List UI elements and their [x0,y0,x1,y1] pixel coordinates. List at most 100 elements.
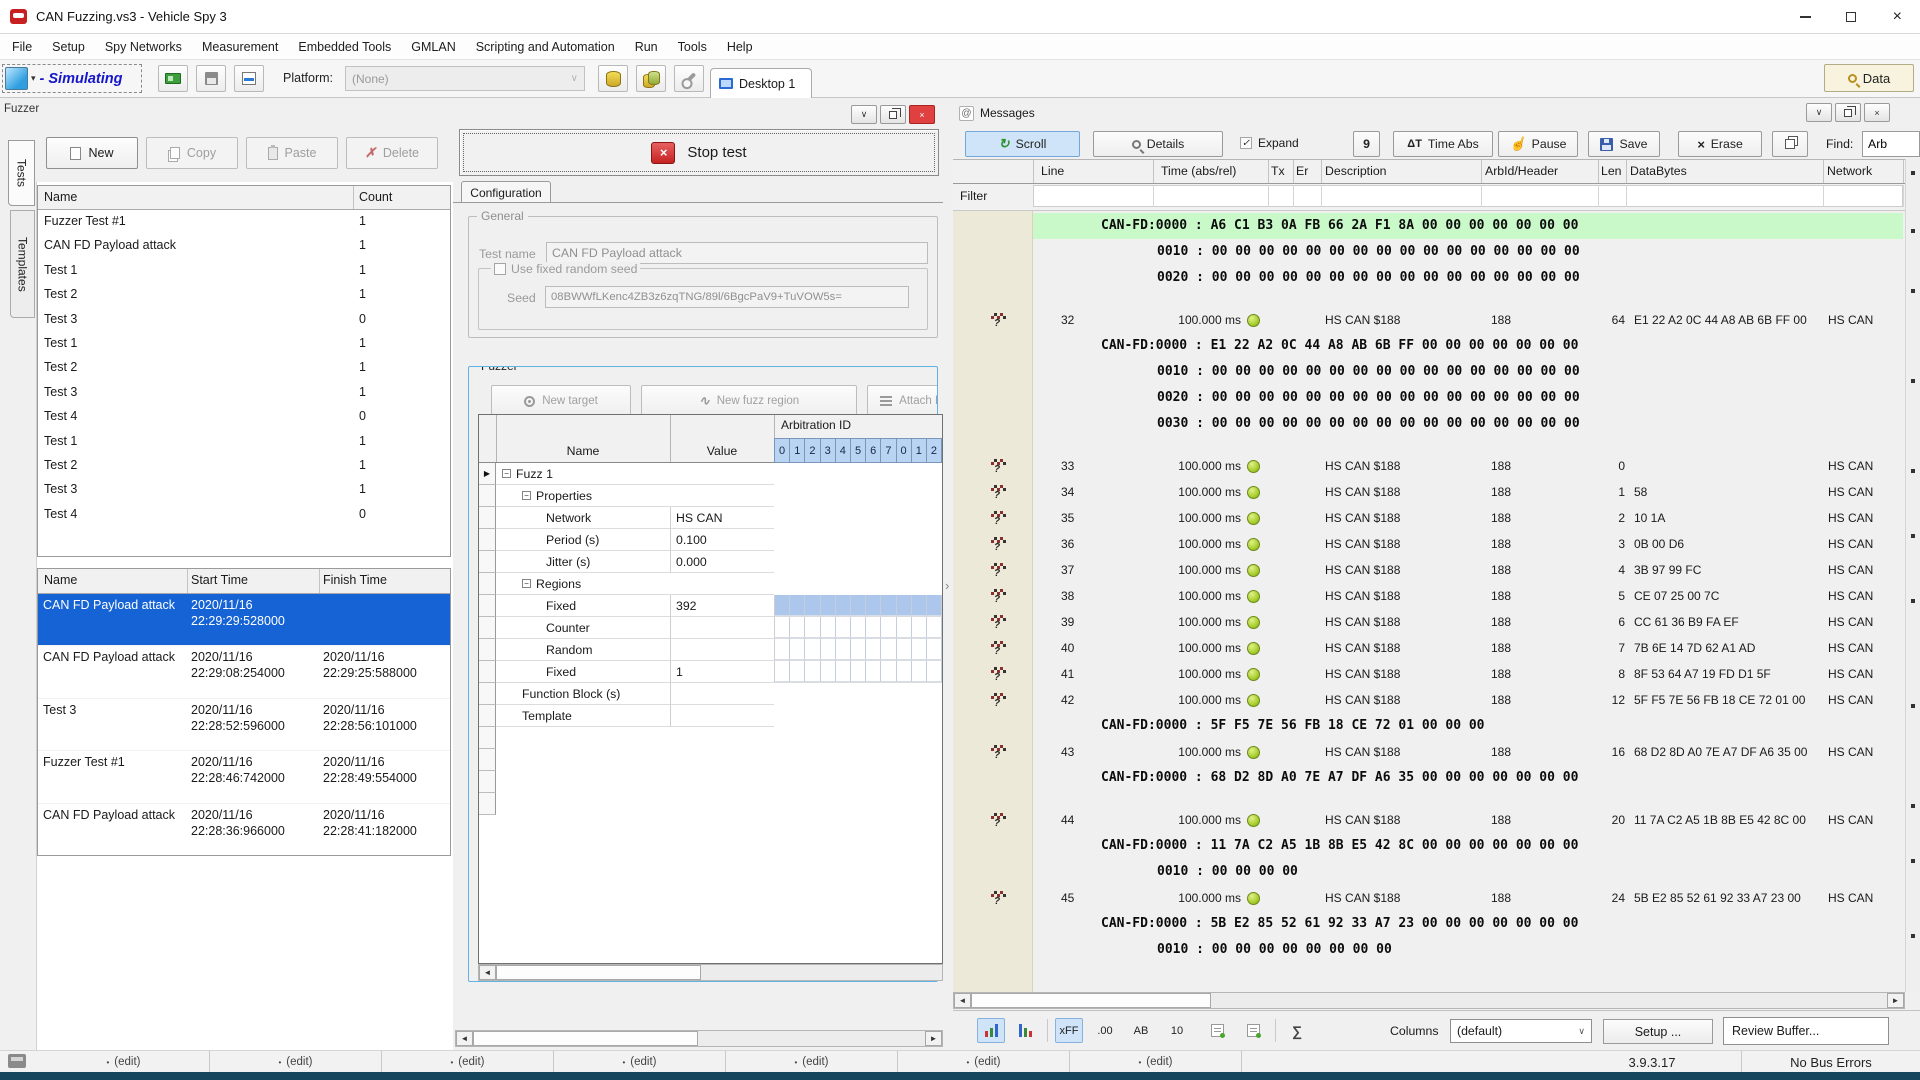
details-button[interactable]: Details [1093,131,1223,157]
close-button[interactable]: × [1874,0,1920,34]
column-count[interactable]: Count [359,190,392,204]
arb-bit-cell[interactable] [851,595,866,616]
fuzz-grid-row[interactable]: Fixed1 [479,661,942,683]
arb-bit-cell[interactable] [927,639,942,660]
arb-bit-cell[interactable] [851,639,866,660]
hex-display-button[interactable]: xFF [1055,1018,1083,1043]
menu-item-measurement[interactable]: Measurement [192,34,288,60]
hex-dump-row[interactable]: CAN-FD:0000 : 5B E2 85 52 61 92 33 A7 23… [953,911,1905,937]
test-list-row[interactable]: Test 40 [38,405,450,429]
find-input[interactable] [1862,131,1920,157]
menu-item-embedded-tools[interactable]: Embedded Tools [288,34,401,60]
scrollbar-thumb[interactable] [971,993,1211,1008]
bookmark-dot[interactable] [1911,229,1915,233]
hex-dump-row[interactable]: 0010 : 00 00 00 00 00 00 00 00 [953,937,1905,963]
arb-bit-cell[interactable] [912,617,927,638]
erase-button[interactable]: ×Erase [1678,131,1762,157]
test-list-row[interactable]: Test 31 [38,478,450,502]
message-row[interactable]: ?36100.000 msHS CAN $18818830B 00 D6HS C… [953,531,1905,557]
time-abs-button[interactable]: ΔTTime Abs [1393,131,1493,157]
bookmark-dot[interactable] [1911,599,1915,603]
save-setup-button[interactable] [196,65,226,92]
arb-bit-cell[interactable] [866,639,881,660]
message-row[interactable]: ?43100.000 msHS CAN $1881881668 D2 8D A0… [953,739,1905,765]
arb-bit-cell[interactable] [897,639,912,660]
scrollbar-thumb[interactable] [496,965,701,980]
hex-dump-row[interactable]: 0010 : 00 00 00 00 [953,859,1905,885]
arb-bit-cell[interactable] [790,595,805,616]
hex-dump-row[interactable]: 0020 : 00 00 00 00 00 00 00 00 00 00 00 … [953,385,1905,411]
menu-item-scripting-and-automation[interactable]: Scripting and Automation [466,34,625,60]
messages-collapse-button[interactable]: ∨ [1806,103,1832,122]
expander-icon[interactable]: − [522,491,531,500]
test-run-row[interactable]: Test 32020/11/1622:28:52:5960002020/11/1… [38,699,450,751]
hex-dump-row[interactable]: CAN-FD:0000 : 5F F5 7E 56 FB 18 CE 72 01… [953,713,1905,739]
new-test-button[interactable]: New [46,137,138,169]
fuzz-grid-row[interactable]: NetworkHS CAN [479,507,942,529]
arb-bit-cell[interactable] [805,661,820,682]
minimize-button[interactable] [1782,0,1828,34]
scroll-left-icon[interactable]: ◄ [479,965,496,980]
fuzz-grid-row[interactable]: Template [479,705,942,727]
bookmark-dot[interactable] [1911,704,1915,708]
menu-item-setup[interactable]: Setup [42,34,95,60]
copy-test-button[interactable]: Copy [146,137,238,169]
fuzz-grid-row[interactable]: −Regions [479,573,942,595]
setup-button[interactable]: Setup ... [1603,1019,1713,1044]
menu-item-help[interactable]: Help [717,34,763,60]
test-list-row[interactable]: Test 30 [38,308,450,332]
column-divider[interactable] [1598,160,1599,183]
review-buffer-button[interactable]: Review Buffer... [1723,1017,1889,1045]
column-time-abs-rel-[interactable]: Time (abs/rel) [1161,164,1236,178]
bookmark-dot[interactable] [1911,289,1915,293]
new-target-button[interactable]: New target [491,385,631,417]
message-row[interactable]: ?38100.000 msHS CAN $1881885CE 07 25 00 … [953,583,1905,609]
message-row[interactable]: ?37100.000 msHS CAN $18818843B 97 99 FCH… [953,557,1905,583]
arb-bit-cell[interactable] [836,661,851,682]
fuzzer-collapse-button[interactable]: ∨ [851,105,877,124]
menu-item-tools[interactable]: Tools [668,34,717,60]
message-row[interactable]: ?34100.000 msHS CAN $188188158HS CAN [953,479,1905,505]
grid-horizontal-scrollbar[interactable]: ◄ [478,964,943,981]
column-divider[interactable] [1268,160,1269,183]
test-list-row[interactable]: Test 11 [38,430,450,454]
arb-bit-cell[interactable] [805,595,820,616]
fuzz-grid-row[interactable]: Fixed392 [479,595,942,617]
arb-bit-cell[interactable] [805,617,820,638]
grid-column-value[interactable]: Value [670,439,774,463]
test-list-row[interactable]: Test 21 [38,454,450,478]
column-arbid-header[interactable]: ArbId/Header [1485,164,1558,178]
hex-dump-row[interactable]: CAN-FD:0000 : 68 D2 8D A0 7E A7 DF A6 35… [953,765,1905,791]
tab-templates[interactable]: Templates [10,210,35,318]
column-name[interactable]: Name [44,190,77,204]
hex-dump-row[interactable]: 0010 : 00 00 00 00 00 00 00 00 00 00 00 … [953,359,1905,385]
attach-function-blocks-button[interactable]: Attach Function Block(s) [867,385,938,417]
arb-bit-cell[interactable] [866,661,881,682]
splitter-collapse-icon[interactable]: › [945,578,949,593]
test-list-row[interactable]: Test 40 [38,503,450,527]
messages-filter-row[interactable]: Filter [953,184,1905,211]
messages-right-scrollbar[interactable] [1905,159,1920,992]
test-list-row[interactable]: CAN FD Payload attack1 [38,234,450,258]
column-divider[interactable] [1293,160,1294,183]
hex-dump-row[interactable]: CAN-FD:0000 : E1 22 A2 0C 44 A8 AB 6B FF… [953,333,1905,359]
fuzz-grid-row[interactable]: Counter [479,617,942,639]
bookmark-dot[interactable] [1911,534,1915,538]
expand-checkbox[interactable]: ✓Expand [1240,136,1299,150]
menu-item-run[interactable]: Run [625,34,668,60]
fuzz-grid-row[interactable]: Function Block (s) [479,683,942,705]
arb-bit-cell[interactable] [790,639,805,660]
column-name[interactable]: Name [44,573,77,587]
fuzz-grid-row[interactable]: Random [479,639,942,661]
hex-dump-row[interactable]: 0020 : 00 00 00 00 00 00 00 00 00 00 00 … [953,265,1905,291]
arb-bit-cell[interactable] [897,661,912,682]
column-divider[interactable] [1153,160,1154,183]
arb-bit-cell[interactable] [790,661,805,682]
maximize-button[interactable] [1828,0,1874,34]
seed-field[interactable]: 08BWWfLKenc4ZB3z6zqTNG/89l/6BgcPaV9+TuVO… [545,286,909,308]
hex-dump-row[interactable]: 0010 : 00 00 00 00 00 00 00 00 00 00 00 … [953,239,1905,265]
run-mode-control[interactable]: ▾ - Simulating [2,64,142,93]
column-divider[interactable] [1626,160,1627,183]
arb-bit-cell[interactable] [836,617,851,638]
arb-bit-cell[interactable] [775,639,790,660]
